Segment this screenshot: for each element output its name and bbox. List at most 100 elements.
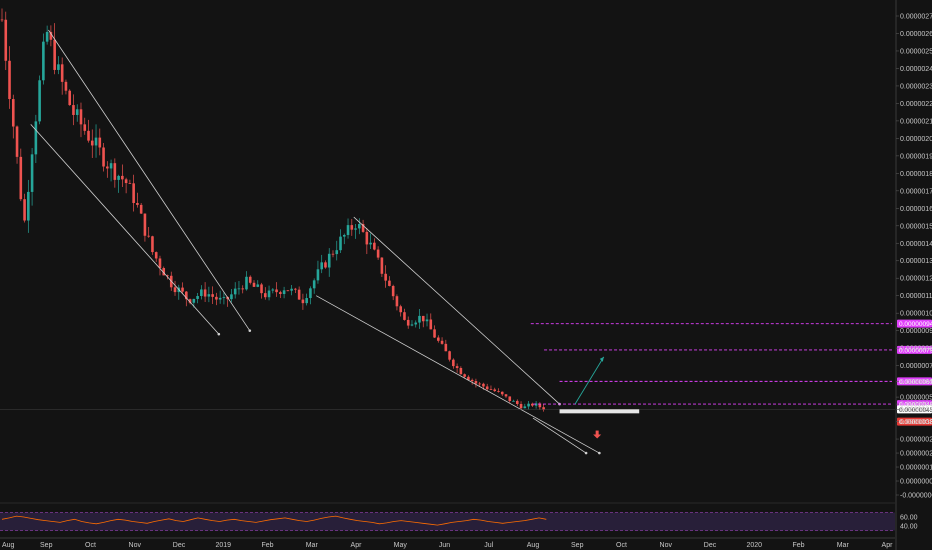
candle-body (0, 19, 4, 21)
candle-body (474, 381, 478, 384)
time-tick-label: Jun (439, 542, 450, 549)
time-tick-label: Dec (173, 542, 186, 549)
candle-body (106, 166, 109, 169)
time-tick-label: Apr (351, 542, 363, 549)
candle-body (128, 183, 132, 184)
candle-body (294, 288, 297, 290)
candle-body (504, 394, 508, 397)
candle-body (151, 236, 154, 253)
candle-body (331, 253, 335, 255)
background (0, 0, 932, 550)
candle-body (320, 262, 324, 270)
time-tick-label: Oct (85, 542, 96, 549)
candle-body (8, 60, 11, 100)
time-tick-label: Sep (40, 542, 53, 549)
price-tick-label: 0.00000012 (900, 465, 932, 472)
candle-body (233, 288, 237, 295)
candle-body (38, 80, 41, 122)
candle-body (23, 199, 26, 221)
candle-body (27, 191, 30, 221)
candle-body (365, 231, 369, 245)
candle-body (301, 299, 305, 304)
candle-body (279, 292, 282, 294)
price-tick-label: 0.00000130 (900, 258, 932, 265)
price-chart[interactable]: 0.000000940.000000790.000000610.00000048… (0, 0, 932, 550)
candle-body (42, 41, 45, 81)
candle-body (83, 124, 87, 131)
price-tick-label: 0.00000045 (900, 407, 932, 414)
candle-body (305, 298, 308, 304)
price-tick-label: 0.00000200 (900, 136, 932, 143)
candle-body (60, 64, 64, 82)
price-tick-label: 0.00000140 (900, 241, 932, 248)
grid-layer (0, 0, 932, 550)
candle-body (395, 296, 399, 307)
candle-body (275, 289, 278, 293)
candle-body (493, 389, 497, 392)
candle-body (94, 137, 98, 146)
candle-body (290, 288, 293, 291)
price-tick-label: 0.00000240 (900, 66, 932, 73)
candle-body (90, 140, 94, 146)
time-tick-label: 2020 (746, 542, 762, 549)
price-tick-label: 0.00000061 (900, 379, 932, 386)
candle-body (316, 269, 320, 281)
candle-body (500, 391, 504, 395)
candle-body (358, 223, 361, 229)
candle-body (327, 253, 331, 268)
candle-body (452, 359, 455, 367)
candle-body (324, 262, 327, 268)
candle-body (482, 383, 485, 387)
candle-body (230, 294, 233, 300)
candle-body (200, 289, 203, 297)
candle-body (440, 340, 444, 344)
candle-body (391, 285, 395, 297)
candle-body (34, 121, 38, 155)
time-tick-label: Aug (527, 542, 540, 549)
time-tick-label: Aug (2, 542, 15, 549)
candle-body (421, 315, 425, 322)
price-zone-box (559, 409, 640, 414)
candle-body (252, 282, 256, 287)
candle-body (403, 312, 406, 320)
candle-body (309, 288, 312, 299)
rsi-tick-label: 60.00 (900, 515, 918, 522)
candle-body (410, 324, 414, 326)
candle-body (147, 235, 150, 237)
candle-body (380, 257, 384, 274)
candle-body (173, 287, 177, 293)
price-tick-label: 0.00000120 (900, 276, 932, 283)
price-tick-label: 0.00000260 (900, 31, 932, 38)
trendline-endpoint (217, 332, 221, 336)
candle-body (267, 290, 271, 298)
candle-body (158, 258, 162, 269)
candle-body (215, 296, 218, 300)
candle-body (286, 290, 290, 292)
candle-body (335, 250, 339, 255)
level-price-label: 0.00000094 (899, 321, 932, 328)
price-tick-label: 0.00000004 (900, 479, 932, 486)
candle-body (373, 242, 376, 250)
candle-body (508, 396, 512, 402)
time-tick-label: Oct (616, 542, 627, 549)
candle-body (241, 288, 245, 290)
candle-body (346, 225, 350, 235)
candle-body (339, 236, 342, 251)
price-tick-label: 0.00000160 (900, 206, 932, 213)
candle-body (497, 391, 500, 392)
candle-body (388, 280, 391, 286)
time-tick-label: 2019 (215, 542, 231, 549)
time-axis[interactable]: Aug Sep Oct Nov Dec 2019 Feb Mar Apr May Jun Jul Aug… (2, 542, 893, 549)
candle-body (512, 400, 515, 402)
price-tick-label: 0.00000090 (900, 328, 932, 335)
candle-body (515, 400, 519, 404)
candle-body (75, 109, 79, 115)
candle-body (102, 147, 105, 167)
price-tick-label: 0.00000020 (900, 451, 932, 458)
price-tick-label: 0.00000180 (900, 171, 932, 178)
candle-body (433, 329, 436, 338)
rsi-tick-label: 40.00 (900, 524, 918, 531)
candle-body (406, 319, 410, 326)
candle-body (181, 287, 184, 292)
price-tick-label: -0.00000004 (900, 493, 932, 500)
